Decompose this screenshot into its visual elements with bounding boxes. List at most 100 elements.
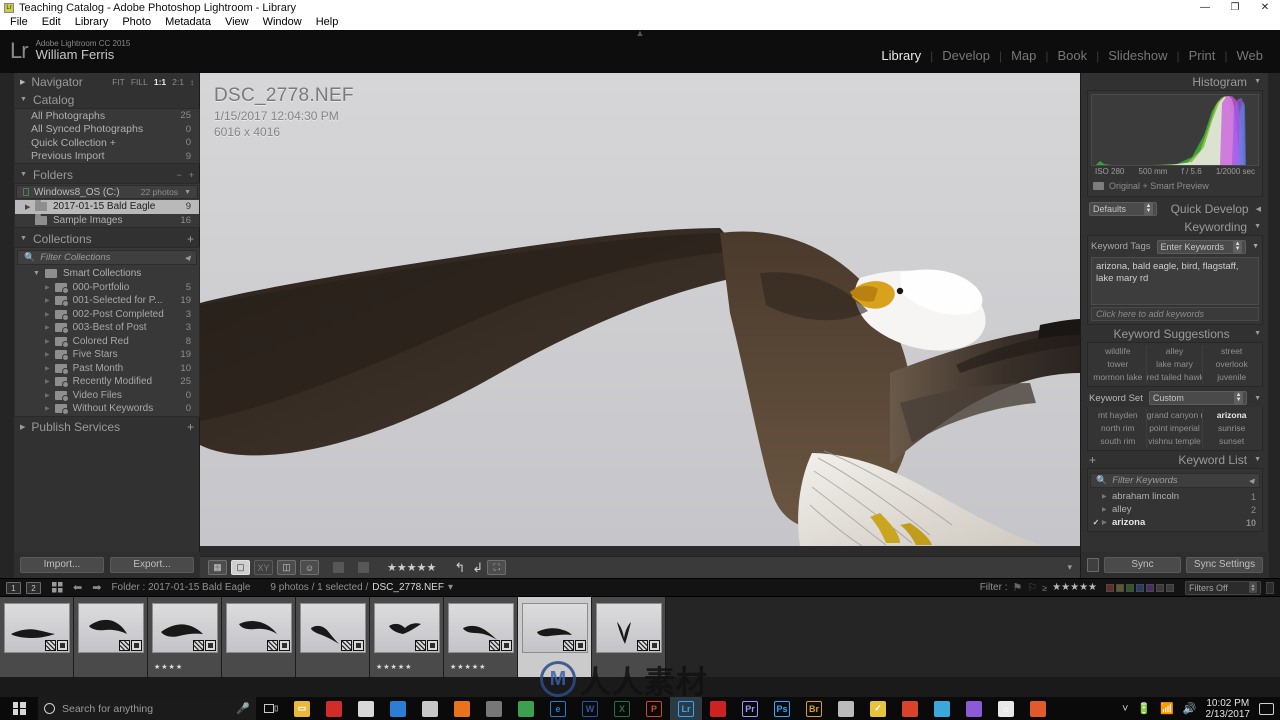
collection-row[interactable]: ▶ Without Keywords 0 [15,402,199,416]
keyword-tags-textarea[interactable]: arizona, bald eagle, bird, flagstaff, la… [1091,257,1259,305]
filter-collections-input[interactable]: 🔍 Filter Collections ◀ [17,250,197,265]
keyword-suggestion[interactable]: lake mary [1147,358,1204,371]
menu-item-window[interactable]: Window [256,15,309,30]
folders-remove-button[interactable]: − [176,170,181,180]
crop-badge-icon[interactable] [649,640,660,651]
module-library[interactable]: Library [872,48,930,63]
taskbar-flame-icon[interactable] [894,697,926,720]
close-button[interactable]: ✕ [1250,0,1280,15]
chevron-right-icon[interactable]: ▶ [45,284,50,291]
keyword-suggestion[interactable]: tower [1090,358,1147,371]
keyword-set-item[interactable]: sunset [1203,435,1260,448]
crop-badge-icon[interactable] [131,640,142,651]
crop-badge-icon[interactable] [501,640,512,651]
keyword-set-item[interactable]: vishnu temple [1147,435,1204,448]
filmstrip-thumbnail[interactable]: ★★★★ [148,597,222,677]
wifi-icon[interactable]: 📶 [1160,702,1174,715]
thumbnail-rating[interactable]: ★★★★★ [450,663,486,671]
flag-pick-filter-icon[interactable]: ⚑ [1012,581,1022,594]
navigator-zoom-fit[interactable]: FIT [112,77,125,87]
crop-badge-icon[interactable] [427,640,438,651]
chevron-right-icon[interactable]: ▶ [1102,493,1112,500]
filmstrip-thumbnail[interactable] [222,597,296,677]
keyword-mode-select[interactable]: Enter Keywords ▲ ▼ [1156,239,1247,254]
keyword-checkmark-icon[interactable]: ✓ [1090,518,1102,527]
filmstrip-thumbnail[interactable] [296,597,370,677]
navigator-zoom-fill[interactable]: FILL [131,77,148,87]
stepper-icon[interactable]: ▲ ▼ [1249,582,1257,593]
chevron-left-icon[interactable]: ◀ [185,254,190,262]
folders-add-button[interactable]: + [189,170,194,180]
crop-badge-icon[interactable] [575,640,586,651]
module-web[interactable]: Web [1228,48,1273,63]
catalog-item[interactable]: All Synced Photographs 0 [15,123,199,137]
keyword-badge-icon[interactable] [341,640,352,651]
taskbar-file-explorer-icon[interactable]: ▭ [286,697,318,720]
taskbar-lightroom-icon[interactable]: Lr [670,697,702,720]
volume-row[interactable]: Windows8_OS (C:) 22 photos ▼ [16,185,198,199]
module-print[interactable]: Print [1180,48,1225,63]
keyword-badge-icon[interactable] [563,640,574,651]
color-label-swatch[interactable] [1106,583,1114,592]
taskbar-clock-app-icon[interactable] [926,697,958,720]
keyword-suggestion[interactable]: juvenile [1203,371,1260,384]
publish-services-header[interactable]: ▶ Publish Services + [14,417,200,437]
filter-keywords-input[interactable]: 🔍 Filter Keywords ◀ [1090,473,1260,488]
crop-badge-icon[interactable] [57,640,68,651]
notifications-icon[interactable] [1259,702,1274,715]
stepper-icon[interactable]: ▲ ▼ [1144,202,1153,215]
grid-icon[interactable] [52,582,63,593]
keyword-badge-icon[interactable] [119,640,130,651]
thumbnail-rating[interactable]: ★★★★★ [376,663,412,671]
taskbar-powerpoint-icon[interactable]: P [638,697,670,720]
catalog-header[interactable]: ▼ Catalog [14,91,200,108]
taskbar-explorer2-icon[interactable] [414,697,446,720]
taskbar-bridge-icon[interactable]: Br [798,697,830,720]
filter-switch-icon[interactable] [1266,581,1274,594]
maximize-button[interactable]: ❐ [1220,0,1250,15]
catalog-item[interactable]: Previous Import 9 [15,150,199,164]
menu-item-view[interactable]: View [218,15,256,30]
module-develop[interactable]: Develop [933,48,999,63]
add-keywords-input[interactable]: Click here to add keywords [1091,307,1259,321]
minimize-button[interactable]: — [1190,0,1220,15]
import-button[interactable]: Import... [20,557,104,573]
folder-row[interactable]: Sample Images 16 [15,213,199,228]
flag-reject-icon[interactable] [358,562,369,573]
crop-badge-icon[interactable] [279,640,290,651]
keyword-badge-icon[interactable] [637,640,648,651]
start-button[interactable] [0,697,38,720]
chevron-down-icon[interactable]: ▾ [448,582,453,593]
task-view-button[interactable] [256,697,286,720]
collection-row[interactable]: ▶ 002-Post Completed 3 [15,308,199,322]
right-panel-edge[interactable] [1268,73,1280,578]
navigator-zoom-1-1[interactable]: 1:1 [154,77,166,87]
keyword-suggestion[interactable]: overlook [1203,358,1260,371]
forward-arrow-icon[interactable]: ➡ [92,581,101,594]
compare-view-icon[interactable]: XY [254,560,273,575]
taskbar-remote-desktop-icon[interactable] [382,697,414,720]
chevron-right-icon[interactable]: ▶ [25,203,35,211]
taskbar-camera-raw-icon[interactable] [702,697,734,720]
chevron-right-icon[interactable]: ▶ [1102,506,1112,513]
color-label-swatch[interactable] [1146,583,1154,592]
keyword-suggestion[interactable]: mormon lake [1090,371,1147,384]
smart-collections-group[interactable]: ▼ Smart Collections [15,267,199,281]
sync-mode-icon[interactable] [1087,558,1099,572]
chevron-right-icon[interactable]: ▶ [45,338,50,345]
keyword-badge-icon[interactable] [489,640,500,651]
filmstrip-thumbnail[interactable]: ★★★★★ [370,597,444,677]
tray-expand-icon[interactable]: ˅ [1122,703,1128,715]
top-panel-handle[interactable]: ▲ [632,29,648,38]
collection-row[interactable]: ▶ 001-Selected for P... 19 [15,294,199,308]
chevron-down-icon[interactable]: ▼ [184,189,191,196]
loupe-view-icon[interactable]: ▢ [231,560,250,575]
loupe-photo-view[interactable]: DSC_2778.NEF 1/15/2017 12:04:30 PM 6016 … [200,73,1080,546]
export-button[interactable]: Export... [110,557,194,573]
taskbar-chrome-icon[interactable] [510,697,542,720]
keyword-badge-icon[interactable] [267,640,278,651]
keyword-set-item[interactable]: mt hayden [1090,409,1147,422]
navigator-header[interactable]: ▶ Navigator FIT FILL 1:1 2:1 ↕ [14,73,200,91]
taskbar-firefox-icon[interactable] [446,697,478,720]
keyword-list-row[interactable]: ▶ alley 2 [1090,503,1260,516]
